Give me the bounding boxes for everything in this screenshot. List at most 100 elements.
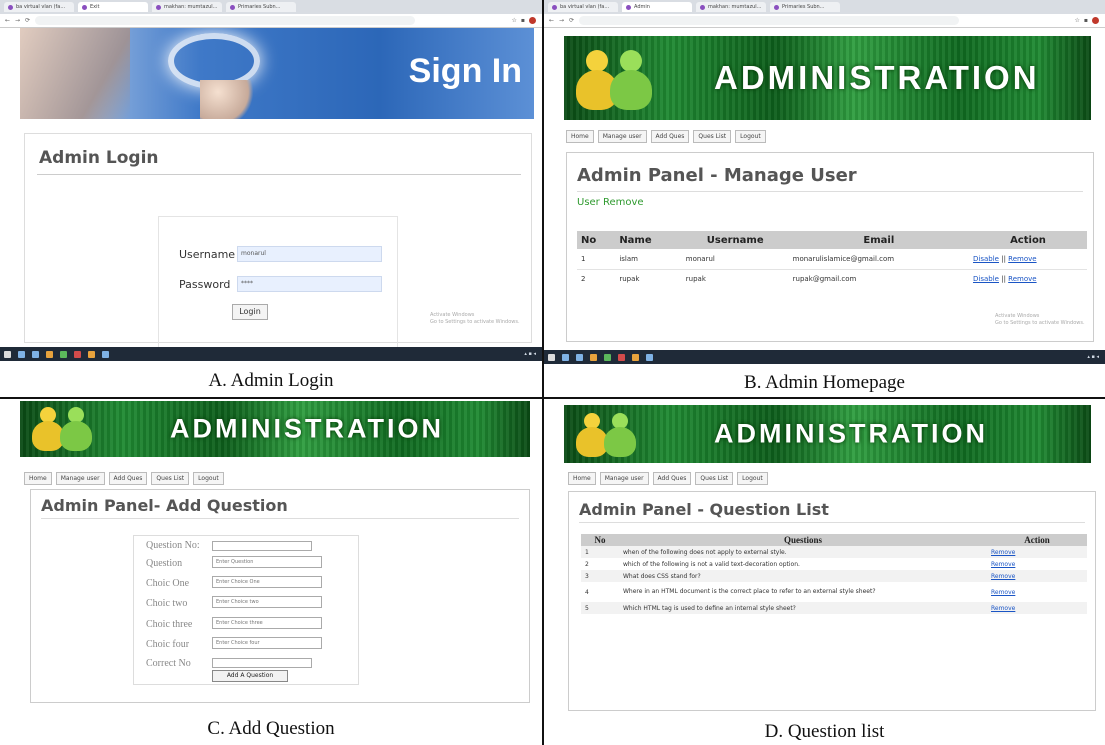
cell-question: which of the following is not a valid te…: [623, 560, 800, 568]
add-question-button[interactable]: Add A Question: [212, 670, 288, 682]
browser-tab[interactable]: Primaries Subn...: [770, 2, 840, 12]
extension-icon[interactable]: ▪: [521, 17, 525, 24]
back-icon[interactable]: ←: [5, 17, 10, 24]
cell-action: Remove: [987, 582, 1087, 602]
login-card: Admin Login Username monarul Password **…: [24, 133, 532, 356]
windows-start-icon[interactable]: [548, 353, 555, 361]
star-icon[interactable]: ☆: [512, 17, 517, 24]
extension-icon[interactable]: ▪: [1084, 17, 1088, 24]
banner-title: ADMINISTRATION: [714, 418, 988, 449]
user-icon: [586, 50, 608, 72]
remove-link[interactable]: Remove: [991, 573, 1015, 580]
store-icon[interactable]: [604, 353, 611, 361]
nav-home[interactable]: Home: [24, 472, 52, 485]
nav-ques-list[interactable]: Ques List: [693, 130, 732, 143]
disable-link[interactable]: Disable: [973, 275, 999, 283]
app-icon[interactable]: [632, 353, 639, 361]
remove-link[interactable]: Remove: [991, 549, 1015, 556]
search-icon[interactable]: [18, 350, 25, 358]
clock: ▴ ▪ ◂: [524, 351, 536, 357]
cell-no: 3: [585, 572, 589, 580]
cell-email: monarulislamice@gmail.com: [792, 254, 895, 263]
tab-label: Primaries Subn...: [238, 4, 281, 10]
nav-logout[interactable]: Logout: [193, 472, 224, 485]
browser-tab[interactable]: ba virtual vlan (fa...: [4, 2, 74, 12]
username-label: Username: [179, 248, 236, 261]
cell-question: Which HTML tag is used to define an inte…: [623, 604, 796, 612]
divider: [579, 522, 1085, 523]
browser-tab[interactable]: ba virtual vlan (fa...: [548, 2, 618, 12]
question-field[interactable]: Enter Question: [212, 556, 322, 568]
file-explorer-icon[interactable]: [46, 350, 53, 358]
search-icon[interactable]: [562, 353, 569, 361]
choice-one-field[interactable]: Enter Choice One: [212, 576, 322, 588]
task-view-icon[interactable]: [576, 353, 583, 361]
question-no-field[interactable]: [212, 541, 312, 551]
forward-icon[interactable]: →: [15, 17, 20, 24]
login-button[interactable]: Login: [232, 304, 268, 320]
nav-logout[interactable]: Logout: [737, 472, 768, 485]
correct-no-field[interactable]: [212, 658, 312, 668]
cell-action: Remove: [987, 570, 1087, 582]
tab-label: Primaries Subn...: [782, 4, 825, 10]
choice-three-field[interactable]: Enter Choice three: [212, 617, 322, 629]
app-icon[interactable]: [102, 350, 109, 358]
nav-add-ques[interactable]: Add Ques: [652, 472, 692, 485]
remove-link[interactable]: Remove: [991, 561, 1015, 568]
browser-tab[interactable]: Primaries Subn...: [226, 2, 296, 12]
file-explorer-icon[interactable]: [590, 353, 597, 361]
cell-no: 1: [581, 254, 586, 263]
disable-link[interactable]: Disable: [973, 255, 999, 263]
reload-icon[interactable]: ⟳: [569, 17, 574, 24]
app-icon[interactable]: [646, 353, 653, 361]
table-row: 3 What does CSS stand for? Remove: [581, 570, 1087, 582]
cell-question: What does CSS stand for?: [623, 572, 701, 580]
browser-tab[interactable]: Admin: [622, 2, 692, 12]
nav-manage-user[interactable]: Manage user: [599, 472, 649, 485]
nav-add-ques[interactable]: Add Ques: [108, 472, 148, 485]
browser-tools: ☆ ▪: [1075, 17, 1105, 24]
password-field[interactable]: ****: [237, 276, 382, 292]
windows-start-icon[interactable]: [4, 350, 11, 358]
nav-add-ques[interactable]: Add Ques: [650, 130, 690, 143]
username-field[interactable]: monarul: [237, 246, 382, 262]
admin-banner: ADMINISTRATION: [564, 36, 1091, 120]
store-icon[interactable]: [60, 350, 67, 358]
banner-title: ADMINISTRATION: [170, 413, 444, 444]
cell-no: 4: [585, 588, 589, 596]
nav-ques-list[interactable]: Ques List: [151, 472, 190, 485]
chrome-icon[interactable]: [618, 353, 625, 361]
profile-icon[interactable]: [529, 17, 536, 24]
reload-icon[interactable]: ⟳: [25, 17, 30, 24]
nav-logout[interactable]: Logout: [735, 130, 766, 143]
table-row: 2 rupak rupak rupak@gmail.com Disable ||…: [577, 269, 1087, 289]
cell-no: 2: [581, 275, 586, 284]
profile-icon[interactable]: [1092, 17, 1099, 24]
table-header-row: No Questions Action: [581, 534, 1087, 546]
nav-manage-user[interactable]: Manage user: [597, 130, 647, 143]
url-field[interactable]: [579, 16, 960, 25]
nav-manage-user[interactable]: Manage user: [55, 472, 105, 485]
choice-four-field[interactable]: Enter Choice four: [212, 637, 322, 649]
cell-name: rupak: [619, 275, 640, 284]
remove-link[interactable]: Remove: [991, 589, 1015, 596]
back-icon[interactable]: ←: [549, 17, 554, 24]
remove-link[interactable]: Remove: [1008, 275, 1036, 283]
forward-icon[interactable]: →: [559, 17, 564, 24]
url-field[interactable]: [35, 16, 416, 25]
task-view-icon[interactable]: [32, 350, 39, 358]
nav-ques-list[interactable]: Ques List: [695, 472, 734, 485]
choice-two-field[interactable]: Enter Choice two: [212, 596, 322, 608]
remove-link[interactable]: Remove: [991, 605, 1015, 612]
cell-username: rupak: [685, 275, 706, 284]
browser-tab[interactable]: Exit: [78, 2, 148, 12]
chrome-icon[interactable]: [74, 350, 81, 358]
app-icon[interactable]: [88, 350, 95, 358]
browser-tab[interactable]: makhan: mumtazul...: [696, 2, 766, 12]
nav-home[interactable]: Home: [568, 472, 596, 485]
star-icon[interactable]: ☆: [1075, 17, 1080, 24]
panel-b-admin-homepage: ba virtual vlan (fa... Admin makhan: mum…: [544, 0, 1105, 397]
nav-home[interactable]: Home: [566, 130, 594, 143]
remove-link[interactable]: Remove: [1008, 255, 1036, 263]
browser-tab[interactable]: makhan: mumtazul...: [152, 2, 222, 12]
